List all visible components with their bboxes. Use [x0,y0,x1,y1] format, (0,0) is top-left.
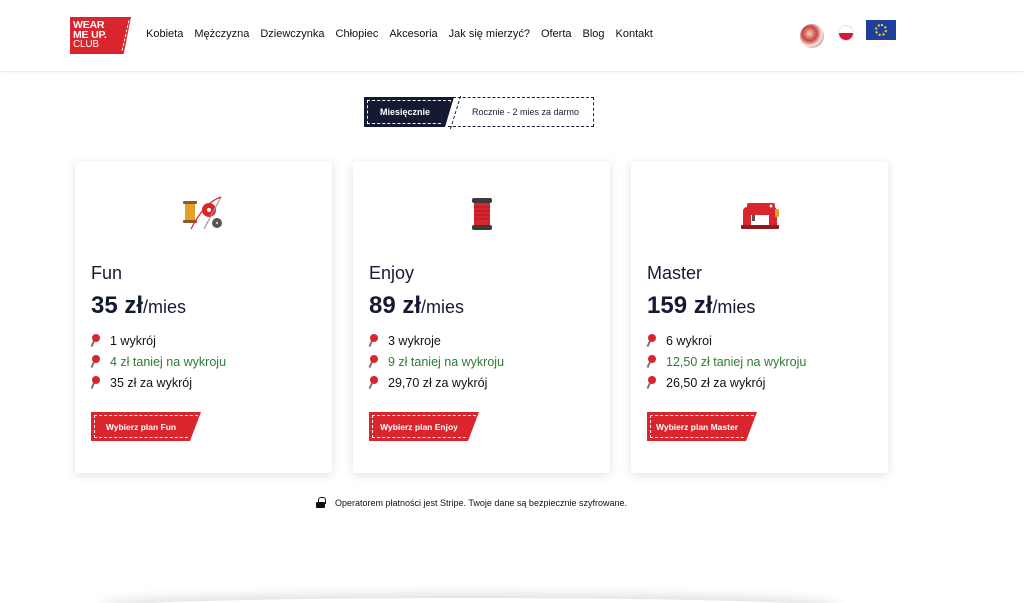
feature-item: 9 zł taniej na wykroju [369,351,504,372]
plan-price-amount: 89 zł [369,292,422,319]
feature-item: 3 wykroje [369,330,504,351]
billing-period-toggle: Miesięcznie Rocznie - 2 mies za darmo [364,97,594,127]
feature-text: 4 zł taniej na wykroju [110,354,227,369]
poland-flag-icon[interactable] [838,25,854,41]
pin-icon [91,354,103,369]
feature-item: 26,50 zł za wykrój [647,372,806,393]
thread-spool-icon [471,198,492,230]
brand-logo[interactable]: WEAR ME UP. CLUB [70,17,131,54]
feature-item: 35 zł za wykrój [91,372,226,393]
plan-features: 1 wykrój 4 zł taniej na wykroju 35 zł za… [91,330,226,393]
plan-price-period: /mies [712,297,756,317]
feature-text: 35 zł za wykrój [110,375,192,390]
footer-shadow [100,598,840,603]
toggle-monthly[interactable]: Miesięcznie [364,97,454,127]
feature-item: 29,70 zł za wykrój [369,372,504,393]
feature-text: 12,50 zł taniej na wykroju [666,354,807,369]
plan-card-enjoy: Enjoy 89 zł/mies 3 wykroje 9 zł taniej n… [353,161,610,473]
toggle-yearly[interactable]: Rocznie - 2 mies za darmo [448,97,594,127]
pin-icon [647,354,659,369]
main-navigation: Kobieta Mężczyzna Dziewczynka Chłopiec A… [146,28,653,40]
nav-item-dziewczynka[interactable]: Dziewczynka [260,28,324,40]
pin-icon [91,333,103,348]
nav-item-mezczyzna[interactable]: Mężczyzna [194,28,249,40]
nav-item-jak-sie-mierzyc[interactable]: Jak się mierzyć? [449,28,530,40]
plan-price: 35 zł/mies [91,292,186,320]
plan-card-fun: Fun 35 zł/mies 1 wykrój 4 zł taniej na w… [75,161,332,473]
plan-title: Master [647,263,703,283]
plan-title: Fun [91,263,123,283]
plan-price-amount: 159 zł [647,292,713,319]
lock-icon [316,497,326,508]
payment-security-note: Operatorem płatności jest Stripe. Twoje … [316,497,627,508]
sewing-kit-icon [182,196,222,230]
choose-plan-fun-button[interactable]: Wybierz plan Fun [91,412,201,441]
feature-text: 29,70 zł za wykrój [388,375,488,390]
pin-icon [369,333,381,348]
feature-item: 12,50 zł taniej na wykroju [647,351,806,372]
nav-item-oferta[interactable]: Oferta [541,28,572,40]
avatar-icon[interactable] [800,24,824,48]
pin-icon [647,375,659,390]
feature-item: 1 wykrój [91,330,226,351]
pin-icon [369,354,381,369]
plan-features: 6 wykroi 12,50 zł taniej na wykroju 26,5… [647,330,806,393]
nav-item-chlopiec[interactable]: Chłopiec [336,28,379,40]
nav-item-akcesoria[interactable]: Akcesoria [389,28,437,40]
plan-price: 89 zł/mies [369,292,464,320]
feature-text: 6 wykroi [666,333,712,348]
choose-plan-enjoy-button[interactable]: Wybierz plan Enjoy [369,412,479,441]
nav-item-blog[interactable]: Blog [583,28,605,40]
plan-features: 3 wykroje 9 zł taniej na wykroju 29,70 z… [369,330,504,393]
sewing-machine-icon [740,203,779,229]
plan-price: 159 zł/mies [647,292,755,320]
feature-text: 9 zł taniej na wykroju [388,354,505,369]
nav-item-kobieta[interactable]: Kobieta [146,28,183,40]
feature-text: 1 wykrój [110,333,156,348]
pin-icon [91,375,103,390]
eu-flag-icon: . . . . . . . . . . .. . . . . . . . [866,20,896,50]
site-header: WEAR ME UP. CLUB Kobieta Mężczyzna Dziew… [0,0,1024,72]
feature-text: 3 wykroje [388,333,441,348]
plan-price-period: /mies [421,297,465,317]
choose-plan-master-button[interactable]: Wybierz plan Master [647,412,757,441]
plan-card-master: Master 159 zł/mies 6 wykroi 12,50 zł tan… [631,161,888,473]
plan-price-amount: 35 zł [91,292,144,319]
plan-price-period: /mies [143,297,187,317]
payment-note-text: Operatorem płatności jest Stripe. Twoje … [335,497,627,508]
feature-text: 26,50 zł za wykrój [666,375,766,390]
feature-item: 4 zł taniej na wykroju [91,351,226,372]
plan-title: Enjoy [369,263,415,283]
pin-icon [647,333,659,348]
nav-item-kontakt[interactable]: Kontakt [616,28,653,40]
pin-icon [369,375,381,390]
feature-item: 6 wykroi [647,330,806,351]
